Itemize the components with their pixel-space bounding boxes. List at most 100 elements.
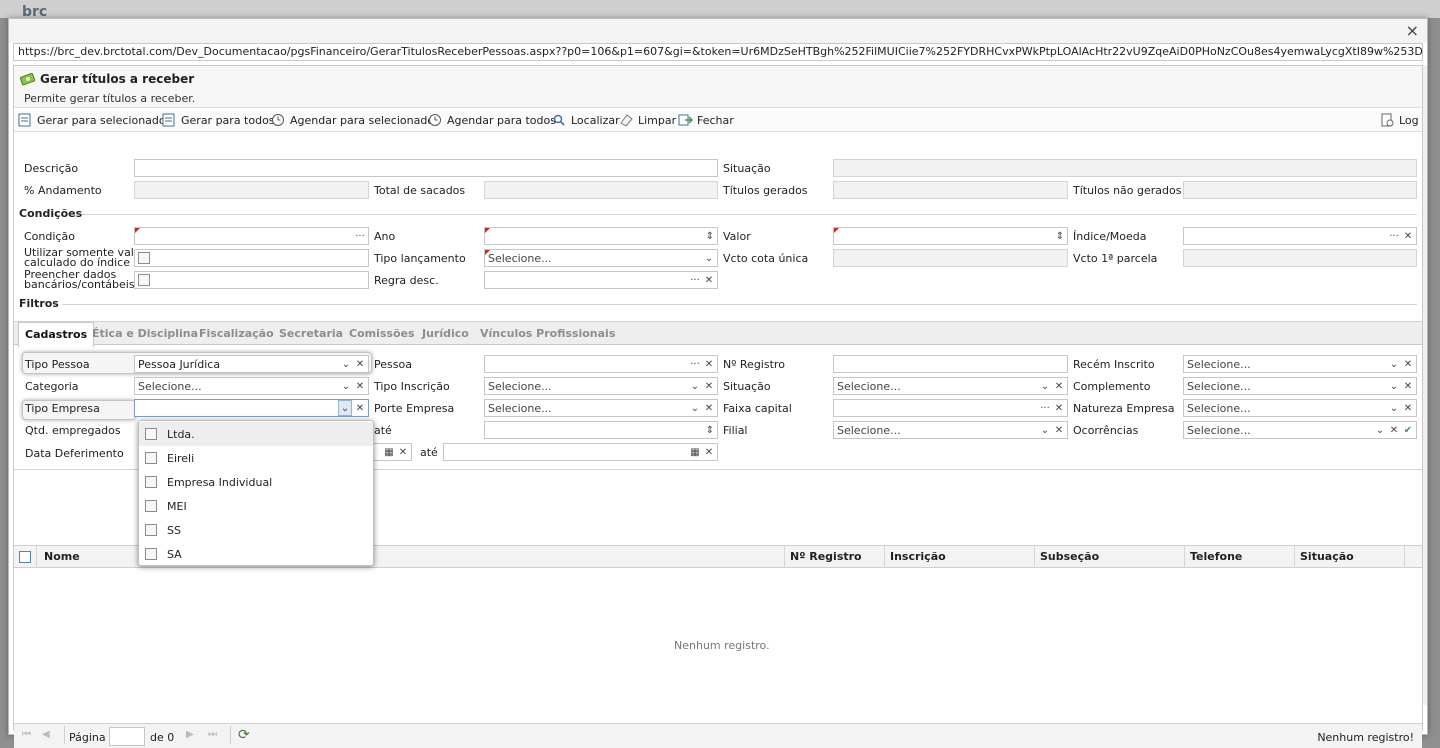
chevron-down-icon[interactable]: ⌄ xyxy=(340,378,352,394)
first-page-icon[interactable]: ⏮ xyxy=(22,729,31,740)
tipo-empresa-option[interactable]: SS xyxy=(139,518,373,542)
tipo-lancamento-select[interactable]: Selecione... ⌄ xyxy=(484,249,718,267)
pessoa-input[interactable]: ··· ✕ xyxy=(484,355,718,373)
clear-icon[interactable]: ✕ xyxy=(703,272,715,288)
option-checkbox[interactable] xyxy=(145,500,157,512)
column-situacao[interactable]: Situação xyxy=(1300,550,1354,563)
clear-icon[interactable]: ✕ xyxy=(1402,228,1414,244)
column-n-registro[interactable]: Nº Registro xyxy=(790,550,862,563)
clear-icon[interactable]: ✕ xyxy=(703,356,715,372)
option-checkbox[interactable] xyxy=(145,524,157,536)
chevron-down-icon[interactable]: ⌄ xyxy=(1374,422,1386,438)
valor-input[interactable]: ⇕ xyxy=(833,227,1068,245)
ellipsis-icon[interactable]: ··· xyxy=(1039,400,1051,416)
tipo-empresa-option[interactable]: Ltda. xyxy=(139,422,373,446)
utilizar-checkbox[interactable] xyxy=(138,252,150,264)
recem-inscrito-select[interactable]: Selecione... ⌄ ✕ xyxy=(1183,355,1417,373)
clear-icon[interactable]: ✕ xyxy=(703,378,715,394)
situacao-select[interactable]: Selecione... ⌄ ✕ xyxy=(833,377,1068,395)
categoria-select[interactable]: Selecione... ⌄ ✕ xyxy=(134,377,369,395)
clear-icon[interactable]: ✕ xyxy=(1402,356,1414,372)
ellipsis-icon[interactable]: ··· xyxy=(354,228,366,244)
column-nome[interactable]: Nome xyxy=(44,550,80,563)
agendar-todos-button[interactable]: Agendar para todos xyxy=(428,113,556,127)
chevron-down-icon[interactable]: ⌄ xyxy=(340,356,352,372)
clear-icon[interactable]: ✕ xyxy=(354,378,366,394)
spinner-icon[interactable]: ⇕ xyxy=(705,422,715,438)
chevron-down-icon[interactable]: ⌄ xyxy=(703,250,715,266)
chevron-down-icon[interactable]: ⌄ xyxy=(689,378,701,394)
clear-icon[interactable]: ✕ xyxy=(703,444,715,460)
url-address-bar[interactable]: https://brc_dev.brctotal.com/Dev_Documen… xyxy=(13,43,1423,61)
descricao-input[interactable] xyxy=(134,159,718,177)
calendar-icon[interactable]: ▦ xyxy=(383,444,395,460)
column-subsecao[interactable]: Subseção xyxy=(1040,550,1099,563)
tab-secretaria[interactable]: Secretaria xyxy=(279,327,343,340)
option-checkbox[interactable] xyxy=(145,452,157,464)
chevron-down-icon[interactable]: ⌄ xyxy=(1388,378,1400,394)
tipo-empresa-option[interactable]: SA xyxy=(139,542,373,566)
chevron-down-icon[interactable]: ⌄ xyxy=(1039,422,1051,438)
clear-icon[interactable]: ✕ xyxy=(1053,422,1065,438)
ocorrencias-select[interactable]: Selecione... ⌄ ✕ ✔ xyxy=(1183,421,1417,439)
log-button[interactable]: Log xyxy=(1380,113,1419,127)
clear-icon[interactable]: ✕ xyxy=(397,444,409,460)
check-icon[interactable]: ✔ xyxy=(1402,422,1414,438)
gerar-todos-button[interactable]: Gerar para todos xyxy=(162,113,275,127)
data-deferimento-to-input[interactable]: ▦ ✕ xyxy=(443,443,718,461)
tipo-inscricao-select[interactable]: Selecione... ⌄ ✕ xyxy=(484,377,718,395)
tipo-empresa-option[interactable]: Empresa Individual xyxy=(139,470,373,494)
tab-juridico[interactable]: Jurídico xyxy=(422,327,469,340)
spinner-icon[interactable]: ⇕ xyxy=(1055,228,1065,244)
gerar-selecionados-button[interactable]: Gerar para selecionados xyxy=(18,113,171,127)
preencher-checkbox[interactable] xyxy=(138,274,150,286)
chevron-down-icon[interactable]: ⌄ xyxy=(689,400,701,416)
ellipsis-icon[interactable]: ··· xyxy=(689,272,701,288)
limpar-button[interactable]: Limpar xyxy=(619,113,676,127)
clear-icon[interactable]: ✕ xyxy=(354,356,366,372)
column-inscricao[interactable]: Inscrição xyxy=(890,550,946,563)
clear-icon[interactable]: ✕ xyxy=(1388,422,1400,438)
natureza-empresa-select[interactable]: Selecione... ⌄ ✕ xyxy=(1183,399,1417,417)
clear-icon[interactable]: ✕ xyxy=(354,400,366,416)
tab-cadastros[interactable]: Cadastros xyxy=(18,322,95,347)
ellipsis-icon[interactable]: ··· xyxy=(1388,228,1400,244)
tab-fiscalizacao[interactable]: Fiscalização xyxy=(199,327,274,340)
qtd-empregados-ate-input[interactable]: ⇕ xyxy=(484,421,718,439)
agendar-selecionados-button[interactable]: Agendar para selecionados xyxy=(271,113,440,127)
tipo-empresa-option[interactable]: MEI xyxy=(139,494,373,518)
chevron-down-icon[interactable]: ⌄ xyxy=(1388,356,1400,372)
clear-icon[interactable]: ✕ xyxy=(1402,378,1414,394)
option-checkbox[interactable] xyxy=(145,428,157,440)
next-page-icon[interactable]: ▶ xyxy=(186,729,194,740)
chevron-down-icon[interactable]: ⌄ xyxy=(1388,400,1400,416)
ano-input[interactable]: ⇕ xyxy=(484,227,718,245)
tab-vinculos-profissionais[interactable]: Vínculos Profissionais xyxy=(480,327,615,340)
spinner-icon[interactable]: ⇕ xyxy=(705,228,715,244)
chevron-down-icon[interactable]: ⌄ xyxy=(338,400,352,416)
regra-desc-input[interactable]: ··· ✕ xyxy=(484,271,718,289)
refresh-icon[interactable]: ⟳ xyxy=(238,727,250,743)
chevron-down-icon[interactable]: ⌄ xyxy=(1039,378,1051,394)
condicao-input[interactable]: ··· xyxy=(134,227,369,245)
tipo-empresa-select[interactable]: ⌄ ✕ xyxy=(134,399,369,417)
clear-icon[interactable]: ✕ xyxy=(1402,400,1414,416)
tab-etica-disciplina[interactable]: Ética e Disciplina xyxy=(92,327,198,340)
filial-select[interactable]: Selecione... ⌄ ✕ xyxy=(833,421,1068,439)
n-registro-input[interactable] xyxy=(833,355,1068,373)
localizar-button[interactable]: Localizar xyxy=(552,113,620,127)
column-telefone[interactable]: Telefone xyxy=(1190,550,1242,563)
fechar-button[interactable]: Fechar xyxy=(678,113,734,127)
select-all-checkbox[interactable] xyxy=(19,551,31,563)
option-checkbox[interactable] xyxy=(145,548,157,560)
clear-icon[interactable]: ✕ xyxy=(1053,378,1065,394)
porte-empresa-select[interactable]: Selecione... ⌄ ✕ xyxy=(484,399,718,417)
page-number-input[interactable] xyxy=(109,727,145,746)
clear-icon[interactable]: ✕ xyxy=(1053,400,1065,416)
clear-icon[interactable]: ✕ xyxy=(703,400,715,416)
last-page-icon[interactable]: ⏭ xyxy=(208,729,217,740)
option-checkbox[interactable] xyxy=(145,476,157,488)
indice-moeda-input[interactable]: ··· ✕ xyxy=(1183,227,1417,245)
faixa-capital-input[interactable]: ··· ✕ xyxy=(833,399,1068,417)
calendar-icon[interactable]: ▦ xyxy=(689,444,701,460)
